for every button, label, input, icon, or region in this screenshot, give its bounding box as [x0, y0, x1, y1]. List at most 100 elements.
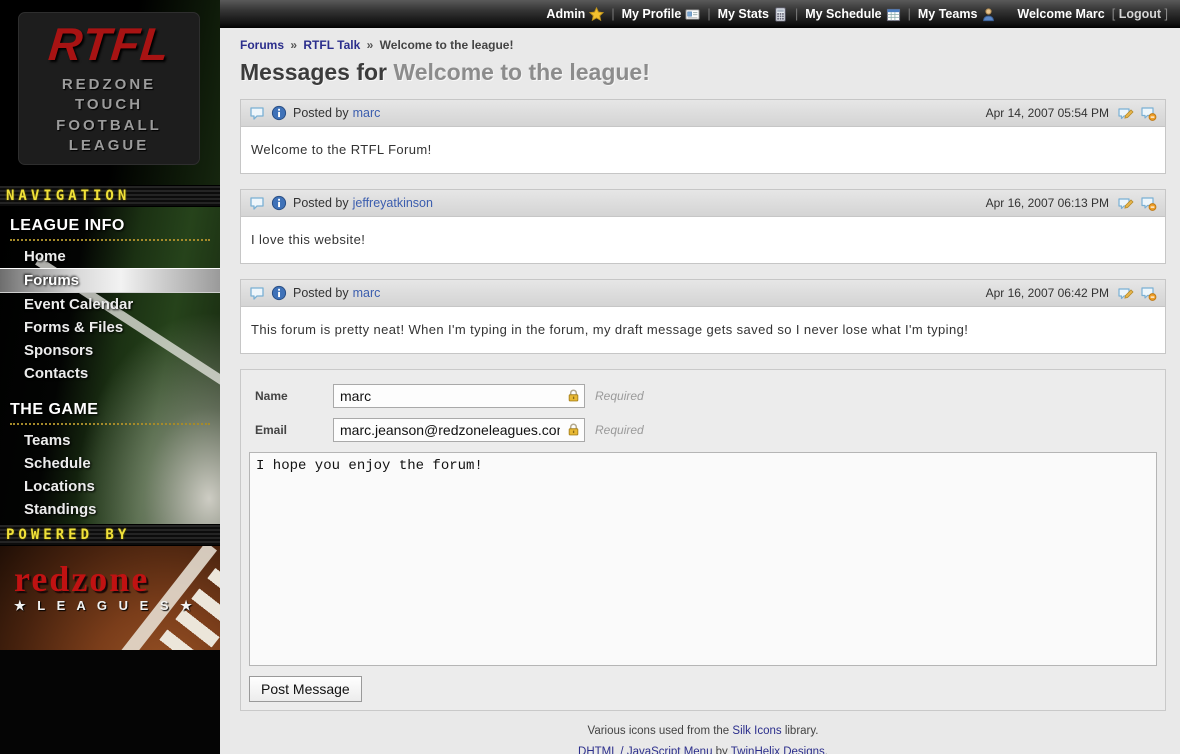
sidebar-item-forums[interactable]: Forums — [0, 268, 220, 293]
breadcrumb-link-rtfl-talk[interactable]: RTFL Talk — [303, 38, 360, 52]
message-actions — [1117, 195, 1157, 211]
sidebar-navigation: LEAGUE INFO Home Forums Event Calendar F… — [0, 207, 220, 524]
footer-text: . — [825, 746, 828, 754]
league-logo-name: REDZONE TOUCH FOOTBALL LEAGUE — [56, 75, 162, 156]
required-hint: Required — [595, 423, 644, 437]
league-logo: RTFL REDZONE TOUCH FOOTBALL LEAGUE — [18, 12, 200, 165]
author-link[interactable]: jeffreyatkinson — [353, 196, 433, 210]
my-stats-menu[interactable]: My Stats — [718, 7, 788, 22]
message-header: Posted by marc Apr 16, 2007 06:42 PM — [241, 280, 1165, 307]
welcome-user-label: Welcome Marc — [1017, 7, 1104, 21]
name-row: Name Required — [255, 384, 1157, 408]
calendar-icon — [886, 7, 901, 22]
topbar-separator: | — [707, 7, 710, 21]
comment-icon[interactable] — [249, 105, 265, 121]
message-body: Welcome to the RTFL Forum! — [241, 127, 1165, 173]
league-logo-line: REDZONE — [56, 75, 162, 95]
logout-button[interactable]: Logout — [1119, 7, 1161, 21]
my-schedule-label: My Schedule — [805, 7, 881, 21]
logout-wrapper: [ Logout ] — [1112, 7, 1168, 21]
sidebar-item-event-calendar[interactable]: Event Calendar — [0, 293, 220, 316]
footer-credit-menu: DHTML / JavaScript Menu by TwinHelix Des… — [240, 746, 1166, 754]
info-icon[interactable] — [271, 195, 287, 211]
breadcrumb-separator: » — [290, 38, 297, 52]
footer-text: library. — [782, 725, 819, 737]
posted-by-label: Posted by — [293, 286, 349, 300]
sidebar-item-locations[interactable]: Locations — [0, 475, 220, 498]
topbar-separator: | — [611, 7, 614, 21]
sidebar-item-contacts[interactable]: Contacts — [0, 362, 220, 385]
message-date: Apr 14, 2007 05:54 PM — [986, 106, 1109, 120]
star-icon — [589, 7, 604, 22]
powered-by-banner: POWERED BY — [0, 524, 220, 546]
league-logo-line: FOOTBALL — [56, 116, 162, 136]
my-schedule-menu[interactable]: My Schedule — [805, 7, 900, 22]
comment-icon[interactable] — [249, 195, 265, 211]
author-link[interactable]: marc — [353, 106, 381, 120]
comment-edit-icon[interactable] — [1117, 105, 1134, 121]
message-body: This forum is pretty neat! When I'm typi… — [241, 307, 1165, 353]
silk-icons-link[interactable]: Silk Icons — [732, 725, 781, 737]
footer-text: by — [712, 746, 730, 754]
dhtml-menu-link[interactable]: DHTML / JavaScript Menu — [578, 746, 712, 754]
page-title-prefix: Messages for — [240, 59, 393, 85]
message-date: Apr 16, 2007 06:42 PM — [986, 286, 1109, 300]
redzone-logo-text: redzone ★ L E A G U E S ★ — [14, 562, 196, 614]
section-heading-the-game: THE GAME — [10, 401, 210, 425]
sidebar-item-standings[interactable]: Standings — [0, 498, 220, 521]
info-icon[interactable] — [271, 105, 287, 121]
topbar-separator: | — [908, 7, 911, 21]
comment-edit-icon[interactable] — [1117, 285, 1134, 301]
lock-icon — [566, 422, 581, 442]
sidebar: RTFL REDZONE TOUCH FOOTBALL LEAGUE NAVIG… — [0, 0, 220, 754]
comment-edit-icon[interactable] — [1117, 195, 1134, 211]
name-input[interactable] — [333, 384, 585, 408]
footer: Various icons used from the Silk Icons l… — [240, 725, 1166, 754]
info-icon[interactable] — [271, 285, 287, 301]
message-body: I love this website! — [241, 217, 1165, 263]
post-message-form: Name Required Email Required I hope you … — [240, 369, 1166, 711]
my-teams-menu[interactable]: My Teams — [918, 7, 997, 22]
comment-icon[interactable] — [249, 285, 265, 301]
message-header: Posted by jeffreyatkinson Apr 16, 2007 0… — [241, 190, 1165, 217]
vcard-icon — [685, 7, 700, 22]
forum-message: Posted by marc Apr 16, 2007 06:42 PM Thi… — [240, 279, 1166, 354]
calculator-icon — [773, 7, 788, 22]
twinhelix-link[interactable]: TwinHelix Designs — [731, 746, 825, 754]
email-label: Email — [255, 423, 333, 437]
comment-remove-icon[interactable] — [1140, 285, 1157, 301]
my-profile-label: My Profile — [622, 7, 682, 21]
email-input[interactable] — [333, 418, 585, 442]
sidebar-item-home[interactable]: Home — [0, 245, 220, 268]
sidebar-item-teams[interactable]: Teams — [0, 429, 220, 452]
section-heading-league-info: LEAGUE INFO — [10, 217, 210, 241]
my-profile-menu[interactable]: My Profile — [622, 7, 701, 22]
comment-remove-icon[interactable] — [1140, 195, 1157, 211]
my-teams-label: My Teams — [918, 7, 978, 21]
redzone-logo-name: redzone — [14, 562, 196, 596]
footer-credit-icons: Various icons used from the Silk Icons l… — [240, 725, 1166, 737]
sidebar-item-statistics[interactable]: Statistics — [0, 521, 220, 524]
comment-remove-icon[interactable] — [1140, 105, 1157, 121]
sidebar-filler — [0, 650, 220, 754]
author-link[interactable]: marc — [353, 286, 381, 300]
redzone-leagues-logo: redzone ★ L E A G U E S ★ — [0, 546, 220, 650]
posted-by-label: Posted by — [293, 106, 349, 120]
message-textarea[interactable]: I hope you enjoy the forum! — [249, 452, 1157, 666]
redzone-logo-sub: ★ L E A G U E S ★ — [14, 598, 196, 614]
bracket: ] — [1165, 7, 1168, 21]
breadcrumb-current: Welcome to the league! — [380, 38, 514, 52]
forum-message: Posted by marc Apr 14, 2007 05:54 PM Wel… — [240, 99, 1166, 174]
topbar-separator: | — [795, 7, 798, 21]
sidebar-item-forms-files[interactable]: Forms & Files — [0, 316, 220, 339]
sidebar-item-schedule[interactable]: Schedule — [0, 452, 220, 475]
post-message-button[interactable]: Post Message — [249, 676, 362, 702]
league-logo-line: TOUCH — [56, 95, 162, 115]
admin-menu[interactable]: Admin — [546, 7, 604, 22]
breadcrumb-link-forums[interactable]: Forums — [240, 38, 284, 52]
message-date: Apr 16, 2007 06:13 PM — [986, 196, 1109, 210]
league-logo-line: LEAGUE — [56, 136, 162, 156]
name-input-wrapper — [333, 384, 585, 408]
required-hint: Required — [595, 389, 644, 403]
sidebar-item-sponsors[interactable]: Sponsors — [0, 339, 220, 362]
